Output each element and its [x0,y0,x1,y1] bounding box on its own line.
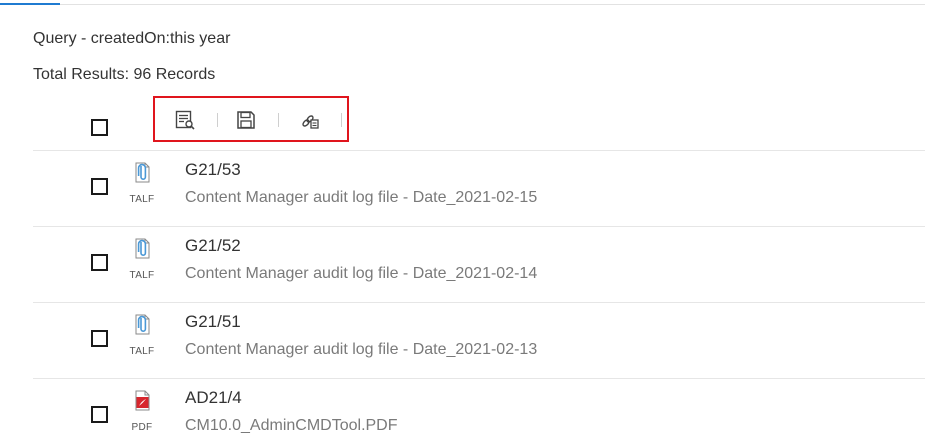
record-checkbox[interactable] [91,330,108,347]
paperclip-document-icon [135,162,150,183]
attach-to-record-button[interactable] [299,109,321,131]
attach-to-record-icon [302,115,319,129]
record-title: CM10.0_AdminCMDTool.PDF [185,417,398,434]
save-button[interactable] [235,109,257,131]
toolbar-separator [217,113,218,127]
file-type-label: TALF [129,270,155,281]
record-row[interactable]: PDF AD21/4 CM10.0_AdminCMDTool.PDF [0,379,925,441]
record-checkbox[interactable] [91,254,108,271]
view-details-icon [175,110,195,130]
select-all-checkbox[interactable] [91,119,108,136]
record-title: Content Manager audit log file - Date_20… [185,265,538,282]
query-label: Query - createdOn:this year [33,30,231,47]
record-number[interactable]: AD21/4 [185,388,242,408]
toolbar-separator [341,113,342,127]
file-type-label: PDF [131,422,153,433]
view-details-button[interactable] [174,109,196,131]
active-tab-indicator [0,3,60,5]
pdf-document-icon [135,390,150,411]
tab-strip-border [0,0,925,5]
file-type-label: TALF [129,346,155,357]
paperclip-document-icon [135,238,150,259]
record-number[interactable]: G21/51 [185,312,241,332]
total-results-label: Total Results: 96 Records [33,66,216,83]
toolbar-separator [278,113,279,127]
record-checkbox[interactable] [91,406,108,423]
record-row[interactable]: TALF G21/51 Content Manager audit log fi… [0,303,925,378]
record-title: Content Manager audit log file - Date_20… [185,341,538,358]
paperclip-document-icon [135,314,150,335]
record-row[interactable]: TALF G21/52 Content Manager audit log fi… [0,227,925,302]
file-type-label: TALF [129,194,155,205]
record-row[interactable]: TALF G21/53 Content Manager audit log fi… [0,151,925,226]
selection-toolbar [153,96,349,142]
record-title: Content Manager audit log file - Date_20… [185,189,538,206]
save-icon [237,111,255,129]
record-checkbox[interactable] [91,178,108,195]
record-number[interactable]: G21/52 [185,236,241,256]
record-number[interactable]: G21/53 [185,160,241,180]
